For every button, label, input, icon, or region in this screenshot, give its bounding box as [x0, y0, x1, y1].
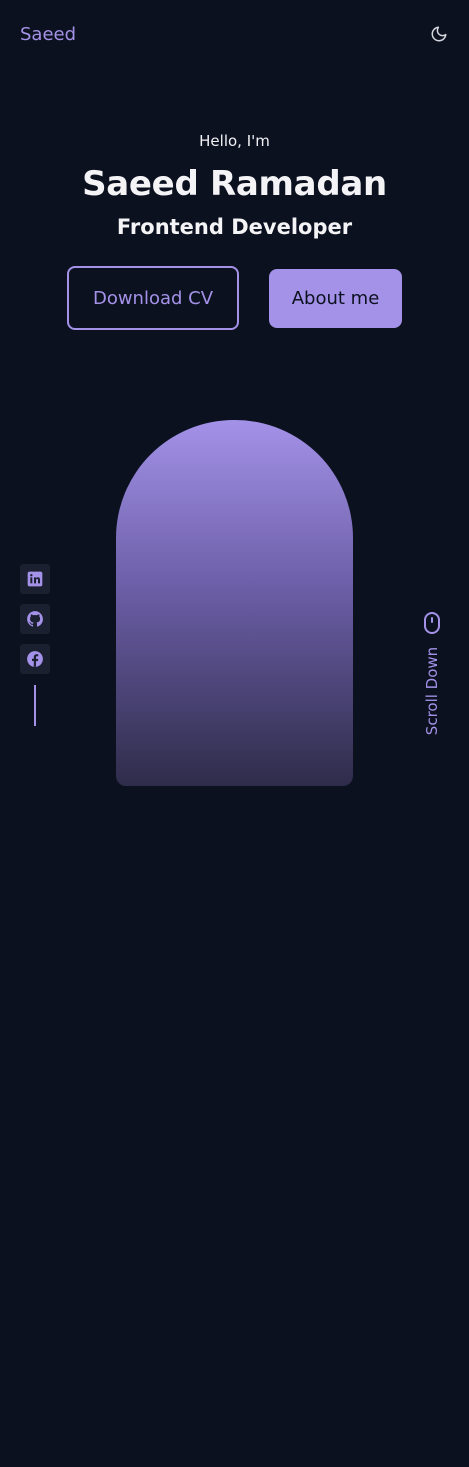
- profile-image: [116, 420, 353, 786]
- hero-name: Saeed Ramadan: [82, 164, 387, 204]
- page: Saeed Hello, I'm Saeed Ramadan Frontend …: [0, 0, 469, 1467]
- social-divider: [34, 685, 36, 726]
- scroll-down-label: Scroll Down: [423, 646, 441, 736]
- facebook-icon: [27, 651, 43, 667]
- github-icon: [27, 611, 43, 627]
- facebook-link[interactable]: [20, 644, 50, 674]
- hero-greeting: Hello, I'm: [199, 132, 270, 150]
- hero-role: Frontend Developer: [116, 215, 353, 239]
- linkedin-link[interactable]: [20, 564, 50, 594]
- about-me-button[interactable]: About me: [269, 269, 402, 328]
- moon-icon: [431, 26, 447, 42]
- theme-toggle-button[interactable]: [428, 23, 450, 45]
- download-cv-button[interactable]: Download CV: [67, 266, 239, 330]
- linkedin-icon: [27, 571, 43, 587]
- logo-link[interactable]: Saeed: [20, 24, 76, 46]
- scroll-down-link[interactable]: Scroll Down: [420, 610, 444, 742]
- github-link[interactable]: [20, 604, 50, 634]
- mouse-icon: [424, 612, 440, 634]
